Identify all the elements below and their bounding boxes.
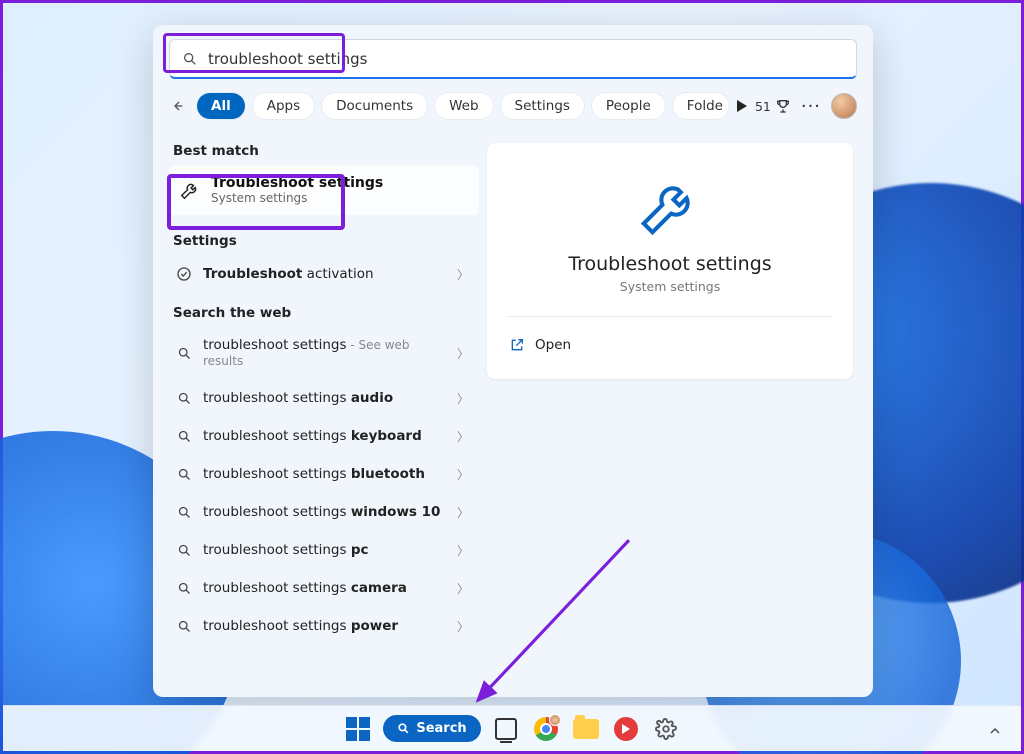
settings-result-text: Troubleshoot activation <box>203 266 447 282</box>
section-best-match: Best match <box>173 143 475 159</box>
taskbar-search[interactable]: Search <box>383 715 480 742</box>
wrench-icon <box>179 179 201 201</box>
play-app-icon <box>614 717 638 741</box>
preview-title: Troubleshoot settings <box>507 253 833 275</box>
web-result-text: troubleshoot settings keyboard <box>203 428 447 444</box>
results-column: Best match Troubleshoot settings System … <box>153 129 479 697</box>
preview-panel: Troubleshoot settings System settings Op… <box>487 143 853 379</box>
chevron-right-icon: 〉 <box>457 345 469 362</box>
profile-badge-icon <box>549 714 561 726</box>
chevron-right-icon: 〉 <box>457 390 469 407</box>
filter-people[interactable]: People <box>592 93 665 119</box>
back-button[interactable] <box>169 94 185 118</box>
trophy-icon <box>775 98 791 114</box>
preview-subtitle: System settings <box>507 279 833 294</box>
chevron-right-icon: 〉 <box>457 466 469 483</box>
search-icon <box>175 389 193 407</box>
search-icon <box>397 722 410 735</box>
file-explorer[interactable] <box>571 714 601 744</box>
web-result[interactable]: troubleshoot settings - See web results 〉 <box>169 327 479 379</box>
user-avatar[interactable] <box>831 93 857 119</box>
filter-folders-truncated[interactable]: Folde <box>673 93 729 119</box>
preview-open-label: Open <box>535 337 571 353</box>
web-result-text: troubleshoot settings bluetooth <box>203 466 447 482</box>
web-result[interactable]: troubleshoot settings power 〉 <box>169 607 479 645</box>
search-icon <box>182 51 198 67</box>
chevron-right-icon: 〉 <box>457 542 469 559</box>
desktop: All Apps Documents Web Settings People F… <box>0 0 1024 754</box>
chrome-app[interactable] <box>531 714 561 744</box>
filter-row: All Apps Documents Web Settings People F… <box>153 89 873 129</box>
rewards-points[interactable]: 51 <box>755 98 791 114</box>
web-result-text: troubleshoot settings pc <box>203 542 447 558</box>
chevron-right-icon: 〉 <box>457 428 469 445</box>
rewards-value: 51 <box>755 99 771 114</box>
gear-icon <box>655 718 677 740</box>
search-input[interactable] <box>208 50 844 68</box>
folder-icon <box>573 719 599 739</box>
preview-column: Troubleshoot settings System settings Op… <box>479 129 873 697</box>
taskbar-search-label: Search <box>416 721 466 736</box>
chevron-up-icon <box>987 723 1003 739</box>
tray-chevron[interactable] <box>987 723 1003 739</box>
windows-logo-icon <box>346 717 370 741</box>
settings-result[interactable]: Troubleshoot activation 〉 <box>169 255 479 293</box>
wrench-large-icon <box>635 171 705 241</box>
chevron-right-icon: 〉 <box>457 504 469 521</box>
filter-web[interactable]: Web <box>435 93 492 119</box>
preview-open[interactable]: Open <box>507 331 833 359</box>
web-result[interactable]: troubleshoot settings pc 〉 <box>169 531 479 569</box>
taskbar: Search <box>3 705 1021 751</box>
best-match-title: Troubleshoot settings <box>211 175 383 191</box>
web-result-text: troubleshoot settings power <box>203 618 447 634</box>
search-icon <box>175 503 193 521</box>
open-external-icon <box>509 337 525 353</box>
section-settings: Settings <box>173 233 475 249</box>
best-match-subtitle: System settings <box>211 191 383 205</box>
search-flyout: All Apps Documents Web Settings People F… <box>153 25 873 697</box>
task-view[interactable] <box>491 714 521 744</box>
start-button[interactable] <box>343 714 373 744</box>
search-icon <box>175 344 193 362</box>
filter-all[interactable]: All <box>197 93 245 119</box>
web-result[interactable]: troubleshoot settings windows 10 〉 <box>169 493 479 531</box>
web-result[interactable]: troubleshoot settings keyboard 〉 <box>169 417 479 455</box>
search-icon <box>175 541 193 559</box>
search-icon <box>175 579 193 597</box>
web-result[interactable]: troubleshoot settings camera 〉 <box>169 569 479 607</box>
web-result-text: troubleshoot settings audio <box>203 390 447 406</box>
scroll-filters-right[interactable] <box>737 100 747 112</box>
best-match-item[interactable]: Troubleshoot settings System settings <box>169 165 479 215</box>
filter-settings[interactable]: Settings <box>501 93 584 119</box>
arrow-left-icon <box>169 98 185 114</box>
web-result[interactable]: troubleshoot settings audio 〉 <box>169 379 479 417</box>
search-icon <box>175 427 193 445</box>
chevron-right-icon: 〉 <box>457 266 469 283</box>
web-result-text: troubleshoot settings windows 10 <box>203 504 447 520</box>
more-options[interactable]: ··· <box>801 96 821 117</box>
chevron-right-icon: 〉 <box>457 618 469 635</box>
web-result[interactable]: troubleshoot settings bluetooth 〉 <box>169 455 479 493</box>
chevron-right-icon: 〉 <box>457 580 469 597</box>
section-search-web: Search the web <box>173 305 475 321</box>
separator <box>507 316 833 317</box>
web-result-text: troubleshoot settings - See web results <box>203 337 447 369</box>
check-circle-icon <box>175 265 193 283</box>
settings-app[interactable] <box>651 714 681 744</box>
chrome-icon <box>534 717 558 741</box>
filter-apps[interactable]: Apps <box>253 93 314 119</box>
filter-documents[interactable]: Documents <box>322 93 427 119</box>
search-icon <box>175 617 193 635</box>
search-bar[interactable] <box>169 39 857 79</box>
search-icon <box>175 465 193 483</box>
task-view-icon <box>495 718 517 740</box>
web-result-text: troubleshoot settings camera <box>203 580 447 596</box>
pinned-app-red[interactable] <box>611 714 641 744</box>
